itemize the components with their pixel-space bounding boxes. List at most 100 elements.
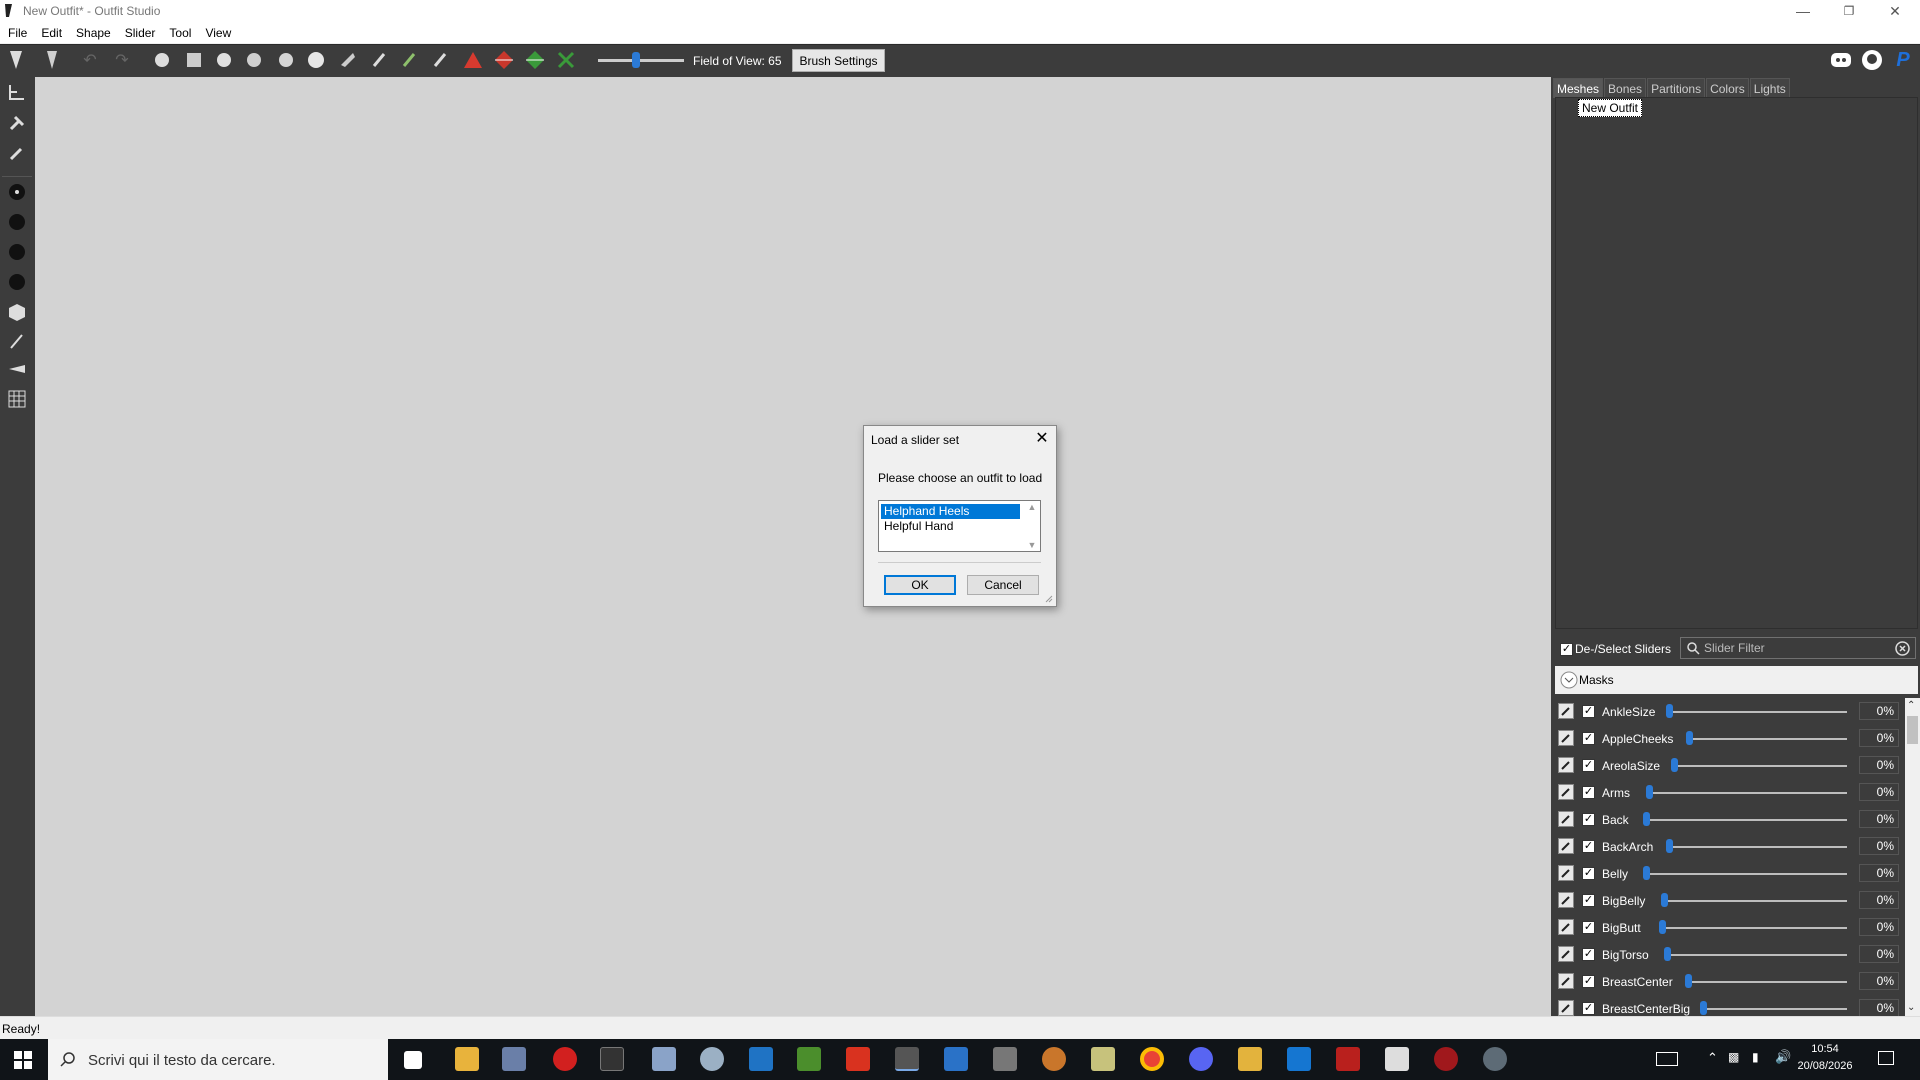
notification-icon[interactable] (1878, 1051, 1894, 1065)
chevron-down-icon[interactable] (1560, 671, 1578, 689)
slider-track[interactable] (1668, 954, 1847, 956)
paypal-icon[interactable]: P (1892, 49, 1914, 71)
slider-checkbox[interactable]: ✓ (1582, 759, 1595, 772)
slider-value-field[interactable]: 0% (1859, 999, 1899, 1017)
edit-slider-button[interactable] (1558, 865, 1574, 881)
outfit-studio-task-icon[interactable] (895, 1047, 919, 1071)
outfit-option-selected[interactable]: Helphand Heels (880, 503, 1021, 520)
slider-value-field[interactable]: 0% (1859, 972, 1899, 990)
cancel-button[interactable]: Cancel (967, 575, 1039, 595)
transform-tool-icon[interactable] (5, 80, 29, 104)
edit-slider-button[interactable] (1558, 838, 1574, 854)
slider-track[interactable] (1650, 792, 1847, 794)
edit-slider-button[interactable] (1558, 919, 1574, 935)
slider-value-field[interactable]: 0% (1859, 891, 1899, 909)
slider-checkbox[interactable]: ✓ (1582, 840, 1595, 853)
resize-grip-icon[interactable] (1044, 594, 1053, 603)
keyboard-icon[interactable] (1656, 1052, 1678, 1066)
slider-thumb[interactable] (1700, 1001, 1707, 1015)
slider-value-field[interactable]: 0% (1859, 837, 1899, 855)
edit-slider-button[interactable] (1558, 946, 1574, 962)
scroll-up-icon[interactable]: ▲ (1028, 502, 1037, 512)
edit-slider-button[interactable] (1558, 1000, 1574, 1016)
slider-scrollbar[interactable] (1905, 698, 1920, 1016)
app-icon-17[interactable] (1238, 1047, 1262, 1071)
scroll-down-icon[interactable]: ▼ (1028, 540, 1037, 550)
slider-checkbox[interactable]: ✓ (1582, 867, 1595, 880)
edit-slider-button[interactable] (1558, 811, 1574, 827)
redo-icon[interactable]: ↷ (111, 49, 133, 71)
slider-thumb[interactable] (1685, 974, 1692, 988)
slider-checkbox[interactable]: ✓ (1582, 786, 1595, 799)
clock-date[interactable]: 20/08/2026 (1795, 1060, 1855, 1072)
slider-checkbox[interactable]: ✓ (1582, 975, 1595, 988)
app-icon-11[interactable] (944, 1047, 968, 1071)
edit-slider-button[interactable] (1558, 973, 1574, 989)
menu-shape[interactable]: Shape (75, 26, 118, 40)
app-icon-9[interactable] (846, 1047, 870, 1071)
menu-tool[interactable]: Tool (168, 26, 198, 40)
discord-task-icon[interactable] (1189, 1047, 1213, 1071)
3d-viewport[interactable] (35, 77, 1551, 1016)
slider-track[interactable] (1670, 711, 1847, 713)
mask-brush-icon[interactable] (183, 49, 205, 71)
flip-edge-icon[interactable] (493, 49, 515, 71)
slider-checkbox[interactable]: ✓ (1582, 921, 1595, 934)
collapse-vertex-icon[interactable] (462, 49, 484, 71)
slider-track[interactable] (1675, 765, 1847, 767)
opera-icon[interactable] (553, 1047, 577, 1071)
tree-root-item[interactable]: New Outfit (1578, 99, 1643, 117)
scroll-down-icon[interactable]: ⌄ (1907, 1002, 1915, 1013)
edit-slider-button[interactable] (1558, 730, 1574, 746)
inflate-brush-icon[interactable] (213, 49, 235, 71)
slider-value-field[interactable]: 0% (1859, 729, 1899, 747)
slider-checkbox[interactable]: ✓ (1582, 1002, 1595, 1015)
slider-checkbox[interactable]: ✓ (1582, 894, 1595, 907)
move-vertex-icon[interactable] (555, 49, 577, 71)
deflate-brush-icon[interactable] (243, 49, 265, 71)
app-icon-4[interactable] (600, 1047, 624, 1071)
clear-filter-icon[interactable] (1895, 641, 1910, 656)
chevron-up-icon[interactable]: ⌃ (1707, 1050, 1718, 1066)
slider-checkbox[interactable]: ✓ (1582, 813, 1595, 826)
slider-value-field[interactable]: 0% (1859, 945, 1899, 963)
restore-button[interactable]: ❐ (1826, 0, 1872, 22)
mesh-tree[interactable] (1555, 97, 1918, 629)
app-icon-6[interactable] (700, 1047, 724, 1071)
app-icon-20[interactable] (1385, 1047, 1409, 1071)
app-icon-13[interactable] (1042, 1047, 1066, 1071)
select-tool-icon[interactable] (5, 180, 29, 204)
listbox-scrollbar[interactable]: ▲ ▼ (1024, 502, 1040, 550)
slider-thumb[interactable] (1666, 839, 1673, 853)
fov-slider-track[interactable] (598, 59, 684, 62)
slider-track[interactable] (1647, 819, 1847, 821)
grid-tool-icon[interactable] (5, 387, 29, 411)
alpha-brush-icon[interactable] (430, 49, 452, 71)
slider-thumb[interactable] (1659, 920, 1666, 934)
menu-edit[interactable]: Edit (40, 26, 69, 40)
app-icon-5[interactable] (652, 1047, 676, 1071)
app-icon-7[interactable] (749, 1047, 773, 1071)
app-icon-18[interactable] (1287, 1047, 1311, 1071)
app-icon-14[interactable] (1091, 1047, 1115, 1071)
brush-settings-button[interactable]: Brush Settings (792, 49, 885, 72)
slider-thumb[interactable] (1643, 866, 1650, 880)
edit-slider-button[interactable] (1558, 784, 1574, 800)
slider-thumb[interactable] (1666, 704, 1673, 718)
app-icon-8[interactable] (797, 1047, 821, 1071)
network-icon[interactable]: ▩ (1728, 1050, 1739, 1064)
slider-value-field[interactable]: 0% (1859, 810, 1899, 828)
slider-value-field[interactable]: 0% (1859, 783, 1899, 801)
tab-colors[interactable]: Colors (1706, 78, 1749, 98)
dialog-close-button[interactable]: ✕ (1033, 429, 1051, 447)
discord-icon[interactable] (1830, 49, 1852, 71)
slider-track[interactable] (1665, 900, 1847, 902)
slider-thumb[interactable] (1671, 758, 1678, 772)
slider-track[interactable] (1689, 981, 1847, 983)
outfit-icon[interactable] (42, 49, 64, 71)
menu-view[interactable]: View (204, 26, 238, 40)
edit-slider-button[interactable] (1558, 757, 1574, 773)
slider-track[interactable] (1690, 738, 1847, 740)
scroll-up-icon[interactable]: ⌃ (1907, 700, 1915, 711)
app-icon-19[interactable] (1336, 1047, 1360, 1071)
